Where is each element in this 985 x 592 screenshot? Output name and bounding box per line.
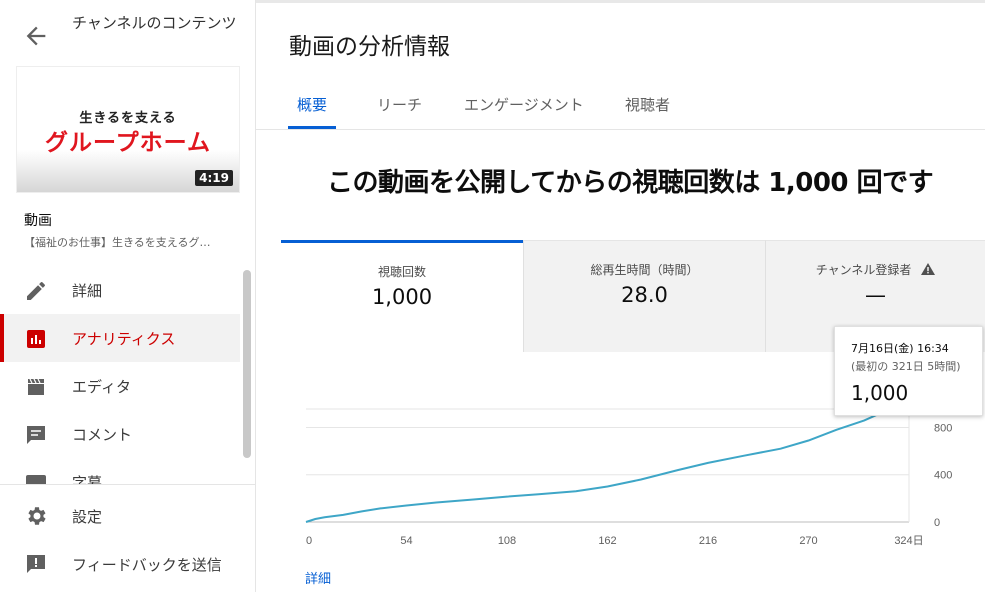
warning-icon: [921, 263, 936, 275]
video-title[interactable]: 【福祉のお仕事】生きるを支えるグ…: [24, 234, 236, 250]
x-tick-label: 270: [799, 535, 817, 547]
metric-label: 総再生時間（時間）: [590, 263, 699, 277]
metric-label-wrap: チャンネル登録者: [766, 261, 985, 278]
sidebar-item-settings[interactable]: 設定: [0, 492, 256, 540]
thumbnail-text-line2: グループホーム: [45, 130, 211, 156]
tooltip-date: 7月16日(金) 16:34: [851, 342, 949, 355]
metric-value: 1,000: [371, 285, 433, 309]
y-tick-label: 800: [934, 422, 952, 434]
video-label: 動画: [24, 213, 52, 229]
subtitles-icon: [26, 475, 46, 484]
y-tick-label: 400: [934, 470, 952, 482]
analytics-icon: [27, 330, 45, 348]
metric-card-watch-time[interactable]: 総再生時間（時間） 28.0: [523, 240, 765, 352]
x-tick-label: 108: [498, 535, 516, 547]
tooltip-subtitle: (最初の 321日 5時間): [851, 360, 961, 373]
video-thumbnail[interactable]: 生きるを支える グループホーム 4:19: [16, 66, 240, 193]
page-title: 動画の分析情報: [289, 34, 450, 60]
analytics-tabs: 概要 リーチ エンゲージメント 視聴者: [256, 80, 985, 130]
x-tick-label: 324日: [894, 535, 923, 547]
metric-card-views[interactable]: 視聴回数 1,000: [281, 240, 523, 352]
x-tick-label: 216: [699, 535, 717, 547]
sidebar-item-editor[interactable]: エディタ: [0, 362, 240, 410]
sidebar-item-label: 字幕: [72, 473, 103, 485]
top-divider: [256, 0, 985, 3]
details-link[interactable]: 詳細: [305, 568, 331, 587]
back-button[interactable]: [22, 22, 50, 50]
sidebar-item-label: 詳細: [72, 281, 103, 300]
sidebar-item-label: 設定: [72, 508, 103, 526]
sidebar-item-label: フィードバックを送信: [72, 556, 222, 574]
x-tick-label: 54: [400, 535, 412, 547]
gear-icon: [28, 507, 46, 525]
comment-icon: [27, 426, 45, 444]
sidebar-item-label: エディタ: [72, 377, 131, 396]
tab-overview[interactable]: 概要: [297, 94, 327, 115]
feedback-icon: [27, 555, 45, 573]
metric-label: チャンネル登録者: [815, 263, 912, 277]
sidebar-header: チャンネルのコンテンツ: [0, 0, 256, 66]
sidebar-item-analytics[interactable]: アナリティクス: [0, 314, 240, 362]
arrow-left-icon: [26, 26, 46, 46]
tab-audience[interactable]: 視聴者: [625, 94, 670, 115]
sidebar-item-label: アナリティクス: [72, 329, 176, 348]
series-line: [305, 402, 904, 523]
x-tick-label: 0: [306, 535, 312, 547]
sidebar-divider: [0, 484, 256, 485]
sidebar: チャンネルのコンテンツ 生きるを支える グループホーム 4:19 動画 【福祉の…: [0, 0, 256, 592]
tab-engagement[interactable]: エンゲージメント: [464, 94, 584, 115]
clapperboard-icon: [28, 378, 44, 395]
sidebar-item-label: コメント: [72, 425, 133, 444]
sidebar-item-feedback[interactable]: フィードバックを送信: [0, 540, 256, 588]
sidebar-title: チャンネルのコンテンツ: [72, 14, 237, 32]
y-tick-label: 0: [934, 517, 940, 529]
sidebar-nav: 詳細 アナリティクス エディタ コメント 字幕: [0, 266, 240, 484]
video-duration: 4:19: [195, 170, 233, 186]
metric-value: —: [865, 283, 886, 307]
sidebar-item-comments[interactable]: コメント: [0, 410, 240, 458]
sidebar-scrollbar[interactable]: [243, 270, 251, 458]
active-tab-indicator: [288, 126, 336, 129]
sidebar-item-subtitles[interactable]: 字幕: [0, 458, 240, 484]
metric-label: 視聴回数: [377, 265, 426, 279]
tab-reach[interactable]: リーチ: [377, 94, 422, 115]
x-tick-label: 162: [598, 535, 616, 547]
views-headline: この動画を公開してからの視聴回数は 1,000 回です: [327, 168, 934, 198]
sidebar-item-details[interactable]: 詳細: [0, 266, 240, 314]
tooltip-value: 1,000: [851, 381, 909, 405]
pencil-icon: [27, 281, 45, 300]
metric-value: 28.0: [621, 283, 668, 307]
chart-tooltip: 7月16日(金) 16:34 (最初の 321日 5時間) 1,000: [834, 326, 983, 416]
